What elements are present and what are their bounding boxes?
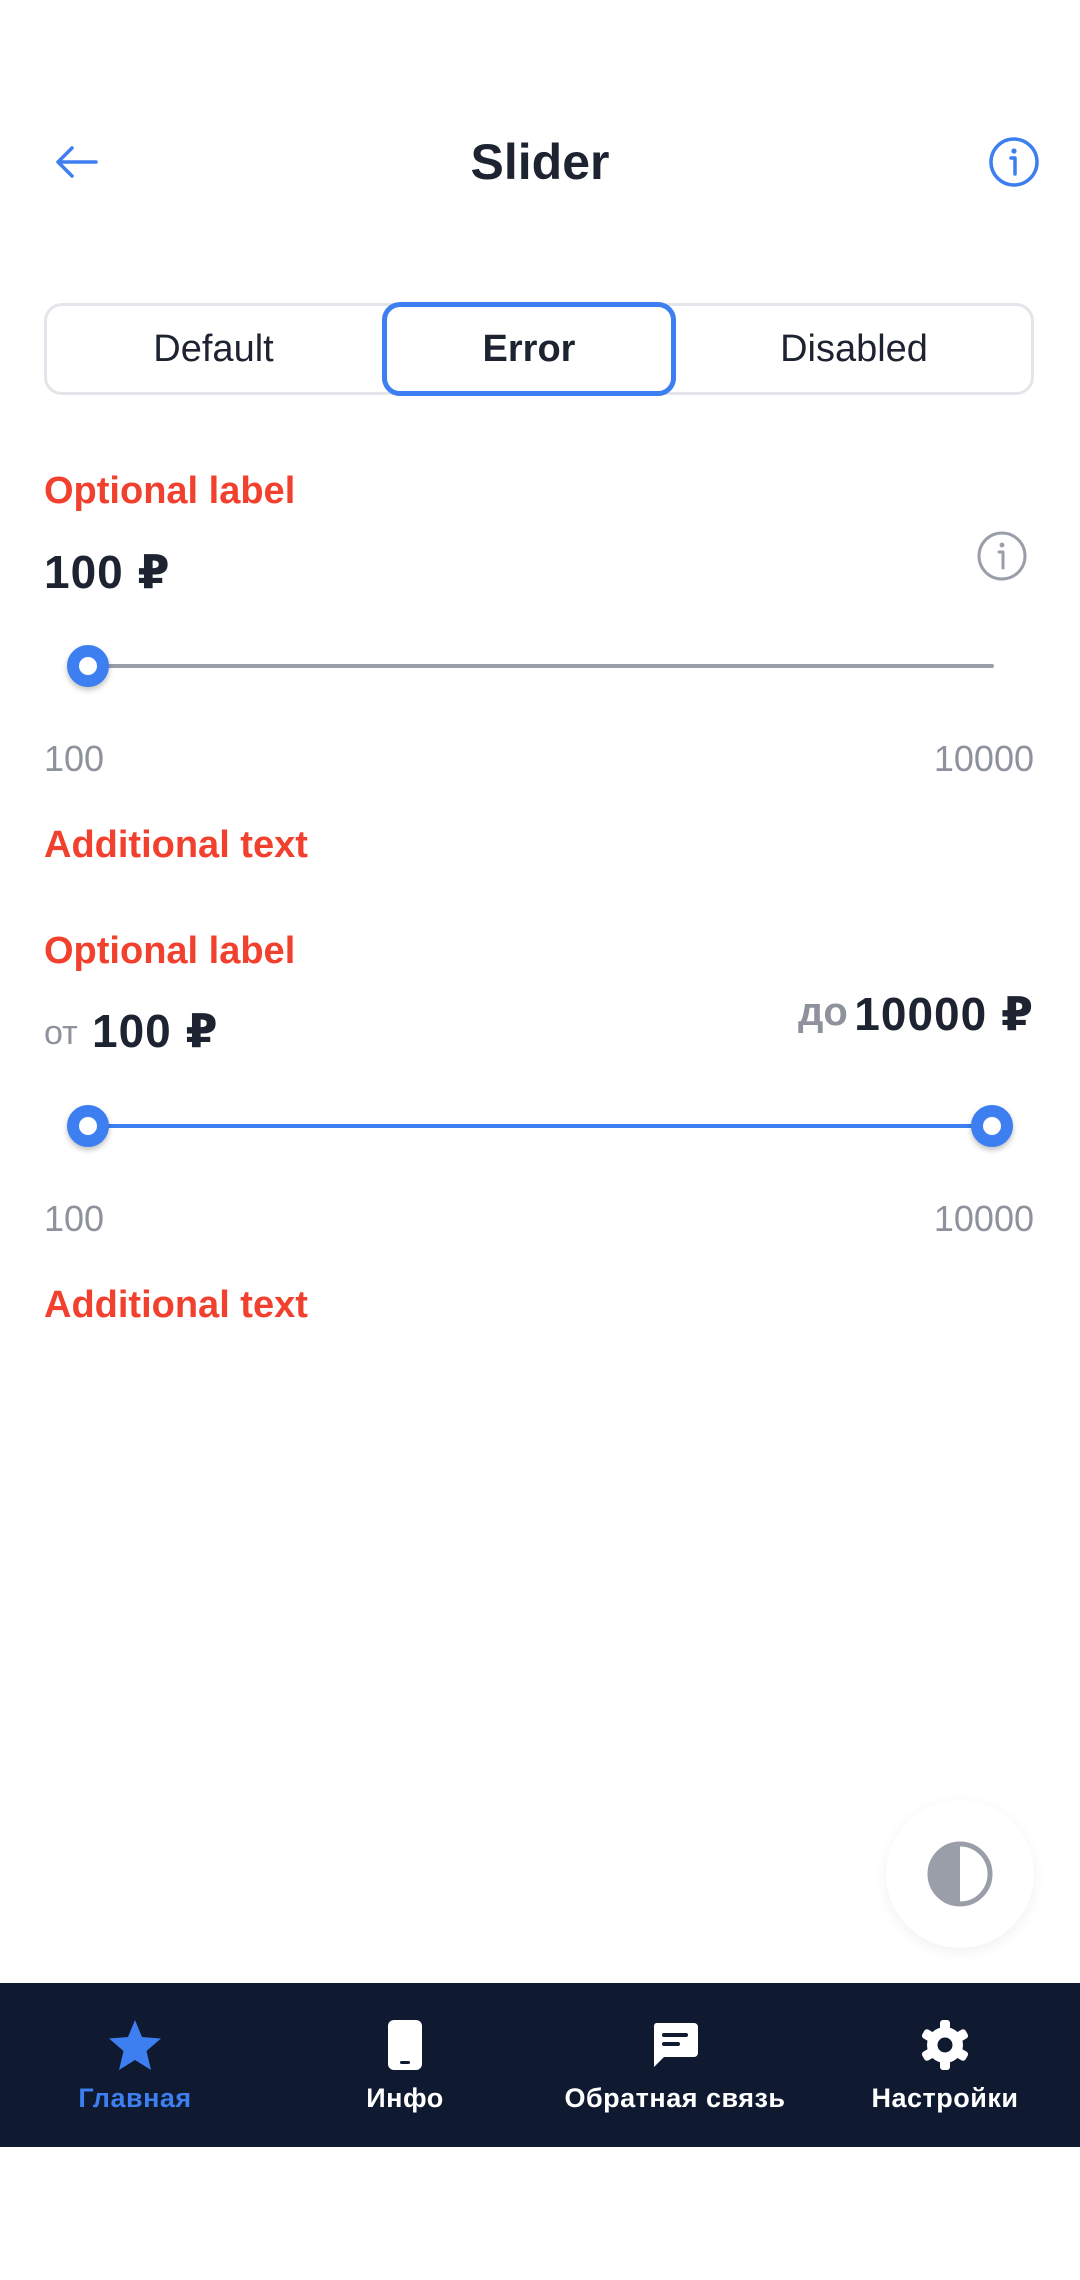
tab-default[interactable]: Default (47, 306, 380, 392)
info-button[interactable] (982, 130, 1046, 194)
single-slider[interactable] (88, 664, 994, 668)
nav-item-settings[interactable]: Настройки (840, 1983, 1050, 2147)
range-slider-max: 10000 (933, 1198, 1034, 1239)
nav-label-home: Главная (78, 2082, 192, 2113)
theme-toggle-button[interactable] (886, 1800, 1034, 1948)
nav-item-home[interactable]: Главная (40, 1983, 230, 2147)
range-slider[interactable] (88, 1124, 994, 1128)
range-slider-additional-text: Additional text (44, 1284, 308, 1326)
slider-info-button[interactable] (976, 530, 1028, 582)
nav-label-info: Инфо (366, 2082, 444, 2113)
state-segmented-control: Default Error Disabled (44, 302, 1034, 396)
star-icon (109, 2019, 161, 2070)
range-slider-low-thumb[interactable] (67, 1105, 109, 1147)
nav-label-feedback: Обратная связь (564, 2082, 786, 2113)
range-to-value: 10000 ₽ (854, 988, 1034, 1040)
chat-icon (653, 2022, 698, 2067)
single-slider-max: 10000 (933, 738, 1034, 779)
nav-item-feedback[interactable]: Обратная связь (545, 1983, 805, 2147)
range-slider-track[interactable] (88, 1124, 994, 1128)
range-from-value: 100 ₽ (92, 1005, 219, 1057)
range-slider-high-thumb[interactable] (971, 1105, 1013, 1147)
gear-icon (921, 2019, 969, 2070)
single-slider-value: 100 ₽ (44, 546, 171, 598)
slider-track[interactable] (88, 664, 994, 668)
bottom-navigation: Главная Инфо Обратная связь Настройки (0, 1983, 1080, 2147)
page-title: Slider (470, 134, 610, 190)
single-slider-thumb[interactable] (67, 645, 109, 687)
nav-label-settings: Настройки (871, 2082, 1019, 2113)
info-icon (989, 137, 1039, 187)
nav-item-info[interactable]: Инфо (310, 1983, 500, 2147)
single-slider-label: Optional label (44, 470, 296, 512)
tab-error[interactable]: Error (382, 302, 676, 396)
tab-disabled[interactable]: Disabled (677, 306, 1031, 392)
info-icon (977, 531, 1027, 581)
phone-icon (388, 2019, 422, 2070)
single-slider-additional-text: Additional text (44, 824, 308, 866)
range-slider-min: 100 (44, 1198, 105, 1239)
single-slider-min: 100 (44, 738, 105, 779)
range-slider-label: Optional label (44, 930, 296, 972)
range-from-prefix: от (44, 1014, 78, 1052)
range-to-prefix: до (798, 990, 848, 1034)
contrast-icon (927, 1841, 993, 1907)
